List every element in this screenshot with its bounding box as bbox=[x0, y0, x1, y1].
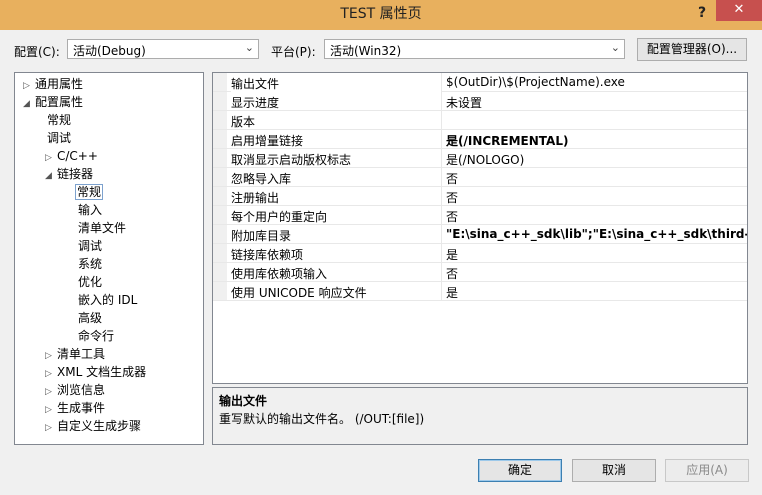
tree-item[interactable]: ◢ 配置属性 bbox=[23, 93, 83, 111]
property-name: 取消显示启动版权标志 bbox=[231, 153, 352, 167]
property-row[interactable]: 使用 UNICODE 响应文件 是 bbox=[213, 282, 747, 301]
chevron-down-icon: ⌄ bbox=[244, 41, 254, 54]
description-panel: 输出文件 重写默认的输出文件名。 (/OUT:[file]) bbox=[212, 387, 748, 445]
tree-item[interactable]: ▷ 生成事件 bbox=[45, 399, 105, 417]
property-name: 每个用户的重定向 bbox=[231, 210, 328, 224]
property-tree[interactable]: ▷ 通用属性 ◢ 配置属性 常规 调试 ▷ C/C++ ◢ 链接器 常规 输入 清单文件… bbox=[14, 72, 204, 445]
ok-button[interactable]: 确定 bbox=[478, 459, 562, 482]
tree-item[interactable]: ▷ 清单工具 bbox=[45, 345, 105, 363]
tree-item[interactable]: ◢ 链接器 bbox=[45, 165, 93, 183]
tree-item[interactable]: ▷ XML 文档生成器 bbox=[45, 363, 146, 381]
property-value[interactable]: "E:\sina_c++_sdk\lib";"E:\sina_c++_sdk\t… bbox=[446, 227, 747, 241]
property-value[interactable]: 是(/INCREMENTAL) bbox=[446, 132, 747, 149]
chevron-down-icon: ⌄ bbox=[610, 41, 620, 54]
tree-item[interactable]: 高级 bbox=[78, 309, 102, 327]
config-label: 配置(C): bbox=[14, 45, 60, 59]
platform-dropdown[interactable]: 活动(Win32) ⌄ bbox=[324, 39, 625, 59]
tree-item[interactable]: ▷ 通用属性 bbox=[23, 75, 83, 93]
platform-value: 活动(Win32) bbox=[330, 44, 402, 58]
tree-item[interactable]: 命令行 bbox=[78, 327, 114, 345]
property-row[interactable]: 附加库目录 "E:\sina_c++_sdk\lib";"E:\sina_c++_… bbox=[213, 225, 747, 244]
tree-item[interactable]: ▷ C/C++ bbox=[45, 147, 98, 165]
property-row[interactable]: 注册输出 否 bbox=[213, 187, 747, 206]
tree-item[interactable]: 常规 bbox=[47, 111, 71, 129]
cancel-button[interactable]: 取消 bbox=[572, 459, 656, 482]
collapse-arrow-icon[interactable]: ◢ bbox=[45, 167, 57, 185]
window-title: TEST 属性页 bbox=[340, 6, 422, 22]
property-name: 输出文件 bbox=[231, 75, 441, 92]
property-row[interactable]: 链接库依赖项 是 bbox=[213, 244, 747, 263]
title-bar: TEST 属性页 ? ✕ bbox=[0, 0, 762, 30]
property-row[interactable]: 显示进度 未设置 bbox=[213, 92, 747, 111]
description-text: 重写默认的输出文件名。 (/OUT:[file]) bbox=[219, 412, 425, 426]
tree-item[interactable]: 输入 bbox=[78, 201, 102, 219]
property-value[interactable]: 否 bbox=[446, 265, 747, 282]
property-row[interactable]: 每个用户的重定向 否 bbox=[213, 206, 747, 225]
help-icon[interactable]: ? bbox=[690, 3, 714, 25]
property-value[interactable]: 否 bbox=[446, 189, 747, 206]
property-name: 使用库依赖项输入 bbox=[231, 267, 328, 281]
property-value[interactable]: 是 bbox=[446, 284, 747, 301]
property-pages-window: TEST 属性页 ? ✕ 配置(C): 活动(Debug) ⌄ 平台(P): 活… bbox=[0, 0, 762, 495]
apply-button[interactable]: 应用(A) bbox=[665, 459, 749, 482]
tree-item[interactable]: 优化 bbox=[78, 273, 102, 291]
tree-item[interactable]: 调试 bbox=[78, 237, 102, 255]
property-value[interactable]: 是 bbox=[446, 246, 747, 263]
collapse-arrow-icon[interactable]: ◢ bbox=[23, 95, 35, 113]
property-name: 版本 bbox=[231, 115, 256, 129]
tree-item[interactable]: 调试 bbox=[47, 129, 71, 147]
property-value[interactable]: 否 bbox=[446, 170, 747, 187]
property-name: 附加库目录 bbox=[231, 229, 292, 243]
property-name: 链接库依赖项 bbox=[231, 248, 304, 262]
property-row[interactable]: 启用增量链接 是(/INCREMENTAL) bbox=[213, 130, 747, 149]
tree-item[interactable]: 清单文件 bbox=[78, 219, 126, 237]
property-row[interactable]: 版本 bbox=[213, 111, 747, 130]
property-row[interactable]: 忽略导入库 否 bbox=[213, 168, 747, 187]
property-name: 忽略导入库 bbox=[231, 172, 292, 186]
property-value[interactable]: 未设置 bbox=[446, 94, 747, 111]
property-name: 启用增量链接 bbox=[231, 134, 304, 148]
property-value[interactable]: $(OutDir)\$(ProjectName).exe bbox=[446, 75, 747, 89]
tree-item[interactable]: ▷ 自定义生成步骤 bbox=[45, 417, 141, 435]
property-value[interactable]: 否 bbox=[446, 208, 747, 225]
tree-item[interactable]: 嵌入的 IDL bbox=[78, 291, 137, 309]
tree-item[interactable]: 系统 bbox=[78, 255, 102, 273]
tree-item[interactable]: ▷ 浏览信息 bbox=[45, 381, 105, 399]
property-name: 注册输出 bbox=[231, 191, 280, 205]
close-icon[interactable]: ✕ bbox=[716, 0, 762, 21]
property-row[interactable]: 取消显示启动版权标志 是(/NOLOGO) bbox=[213, 149, 747, 168]
property-grid: 输出文件 $(OutDir)\$(ProjectName).exe 显示进度 未设置… bbox=[212, 72, 748, 384]
property-row[interactable]: 使用库依赖项输入 否 bbox=[213, 263, 747, 282]
property-name: 使用 UNICODE 响应文件 bbox=[231, 286, 367, 300]
description-title: 输出文件 bbox=[219, 394, 268, 408]
property-value[interactable]: 是(/NOLOGO) bbox=[446, 151, 747, 168]
expand-arrow-icon[interactable]: ▷ bbox=[45, 419, 57, 437]
property-row[interactable]: 输出文件 $(OutDir)\$(ProjectName).exe bbox=[213, 73, 747, 92]
config-manager-button[interactable]: 配置管理器(O)... bbox=[637, 38, 747, 61]
tree-item-selected[interactable]: 常规 bbox=[75, 183, 104, 201]
property-name: 显示进度 bbox=[231, 96, 280, 110]
config-value: 活动(Debug) bbox=[73, 44, 146, 58]
config-dropdown[interactable]: 活动(Debug) ⌄ bbox=[67, 39, 259, 59]
platform-label: 平台(P): bbox=[271, 45, 316, 59]
